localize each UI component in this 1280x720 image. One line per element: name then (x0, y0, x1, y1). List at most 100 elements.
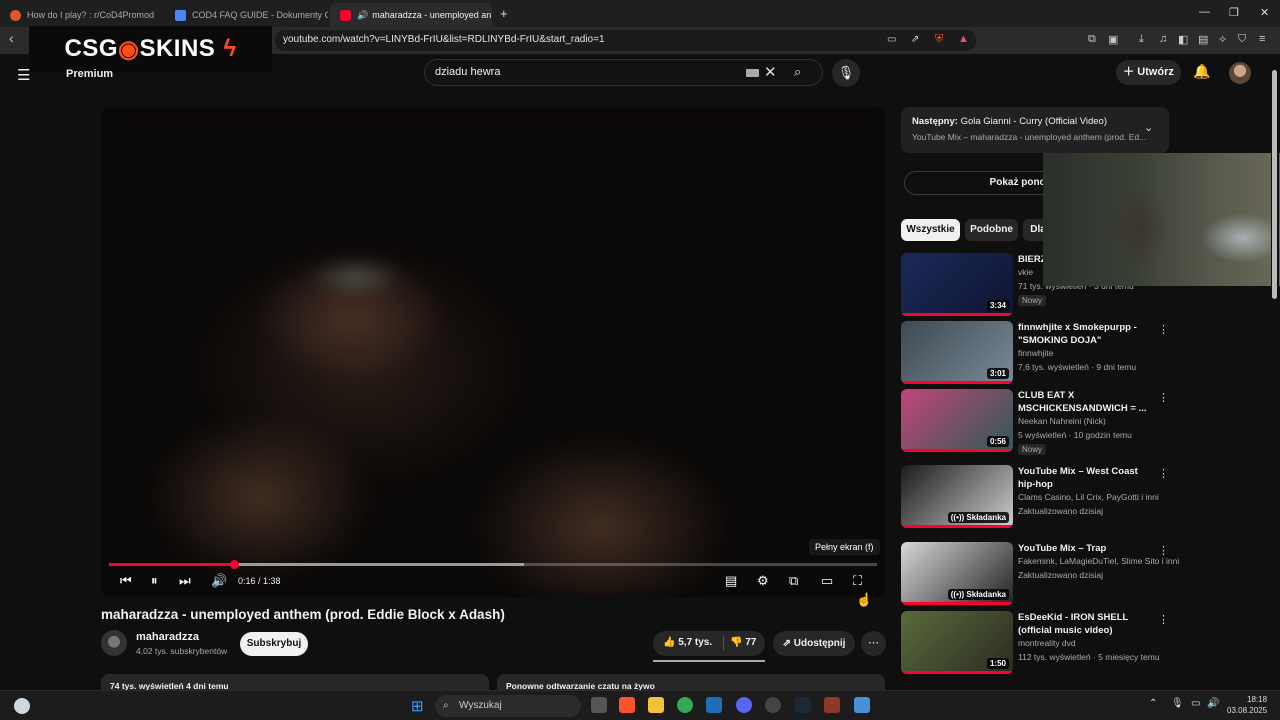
network-icon[interactable]: ▭ (1191, 698, 1200, 709)
previous-icon[interactable]: ⏮ (120, 573, 132, 589)
task-view-icon[interactable] (591, 697, 607, 713)
vpn-icon[interactable]: ⛉ (1238, 33, 1246, 46)
voice-search-icon[interactable]: 🎙 (832, 59, 860, 87)
close-tab-icon[interactable]: ✕ (491, 9, 492, 22)
youtube-premium-logo[interactable]: Premium (66, 68, 113, 80)
pause-icon[interactable]: ⏸ (151, 573, 158, 589)
video-thumbnail[interactable]: 0:56 (901, 389, 1013, 452)
recommendation-title[interactable]: YouTube Mix – Trap (1018, 542, 1148, 555)
xbox-icon[interactable] (706, 697, 722, 713)
recommendation-channel[interactable]: Fakemink, LaMagieDuTiel, Slime Sito i in… (1018, 556, 1179, 566)
start-windows-icon[interactable]: ⊞ (411, 697, 424, 715)
restore-icon[interactable]: ❐ (1229, 6, 1239, 19)
video-thumbnail[interactable]: 3:01 (901, 321, 1013, 384)
chat-replay-box[interactable]: Ponowne odtwarzanie czatu na żywo (497, 674, 885, 690)
video-thumbnail[interactable]: 3:34 (901, 253, 1013, 316)
notifications-bell-icon[interactable]: 🔔 (1193, 63, 1210, 80)
recommendation-title[interactable]: EsDeeKid - IRON SHELL (official music vi… (1018, 611, 1148, 637)
new-tab-button[interactable]: + (500, 6, 508, 21)
leo-ai-icon[interactable]: ✧ (1218, 33, 1227, 46)
subscribe-button[interactable]: Subskrybuj (240, 632, 308, 656)
channel-avatar[interactable] (101, 630, 127, 656)
volume-icon[interactable]: 🔊 (211, 573, 227, 589)
video-thumbnail[interactable]: ((•)) Składanka (901, 465, 1013, 528)
search-input[interactable]: dziadu hewra (435, 66, 500, 78)
share-button[interactable]: ⇗ Udostępnij (773, 631, 855, 656)
file-explorer-icon[interactable] (648, 697, 664, 713)
steam-icon[interactable] (795, 697, 811, 713)
wallet-icon[interactable]: ▤ (1198, 33, 1208, 46)
video-player[interactable]: ⏮ ⏸ ⏭ 🔊 0:16 / 1:38 ▤ ⚙ ⧉ ▭ ⛶ Pełny ekra… (101, 107, 885, 597)
clear-search-icon[interactable]: ✕ (764, 63, 777, 81)
more-options-icon[interactable]: ⋮ (1158, 613, 1169, 626)
speaker-icon[interactable]: 🔊 (1207, 698, 1219, 709)
theater-mode-icon[interactable]: ▭ (821, 573, 833, 589)
recommendation-title[interactable]: CLUB EAT X MSCHICKENSANDWICH = ... (1018, 389, 1148, 415)
browser-tab-docs[interactable]: COD4 FAQ GUIDE - Dokumenty Goo (165, 3, 328, 27)
cast-icon[interactable]: ▭ (887, 34, 896, 45)
recommendation-channel[interactable]: montreality dvd (1018, 638, 1076, 648)
playlist-next-card[interactable]: Następny: Gola Gianni - Curry (Official … (901, 107, 1169, 153)
recommendation-item[interactable]: 3:01 finnwhjite x Smokepurpp - "SMOKING D… (901, 321, 1171, 387)
back-icon[interactable]: ‹ (9, 30, 14, 46)
app-icon[interactable] (765, 697, 781, 713)
brave-rewards-icon[interactable]: ▲ (958, 33, 969, 45)
chip-related[interactable]: Podobne (965, 219, 1018, 241)
fullscreen-icon[interactable]: ⛶ (853, 573, 862, 589)
video-thumbnail[interactable]: 1:50 (901, 611, 1013, 674)
media-icon[interactable]: ♫ (1159, 33, 1167, 45)
chrome-icon[interactable] (677, 697, 693, 713)
scrollbar-thumb[interactable] (1272, 70, 1277, 299)
sidebar-icon[interactable]: ◧ (1178, 33, 1188, 46)
more-options-icon[interactable]: ⋮ (1158, 544, 1169, 557)
account-avatar[interactable] (1229, 62, 1251, 84)
share-page-icon[interactable]: ⇗ (911, 34, 919, 45)
chip-all[interactable]: Wszystkie (901, 219, 960, 241)
like-button[interactable]: 👍 5,7 tys. (663, 637, 712, 648)
recommendation-title[interactable]: YouTube Mix – West Coast hip-hop (1018, 465, 1148, 491)
video-thumbnail[interactable]: ((•)) Składanka (901, 542, 1013, 605)
guide-menu-icon[interactable]: ☰ (17, 66, 30, 84)
more-options-icon[interactable]: ⋮ (1158, 391, 1169, 404)
description-box[interactable]: 74 tys. wyświetleń 4 dni temu (101, 674, 489, 690)
download-icon[interactable]: ⤓ (1139, 33, 1144, 46)
extensions-icon[interactable]: ⧉ (1088, 33, 1096, 46)
winrar-icon[interactable] (824, 697, 840, 713)
recommendation-item[interactable]: ((•)) Składanka YouTube Mix – West Coast … (901, 465, 1171, 531)
browser-tab-youtube[interactable]: 🔊 maharadzza - unemployed an ✕ (330, 3, 492, 27)
search-box[interactable]: dziadu hewra ✕ ⌕ (424, 59, 823, 86)
channel-name[interactable]: maharadzza (136, 631, 199, 643)
brave-icon[interactable] (619, 697, 635, 713)
browser-tab-reddit[interactable]: How do I play? : r/CoD4Promod (0, 3, 163, 27)
recommendation-channel[interactable]: finnwhjite (1018, 348, 1053, 358)
recommendation-title[interactable]: finnwhjite x Smokepurpp - "SMOKING DOJA" (1018, 321, 1148, 347)
recommendation-channel[interactable]: Neekan Nahreini (Nick) (1018, 416, 1106, 426)
chevron-down-icon[interactable]: ⌄ (1144, 121, 1153, 134)
taskbar-clock[interactable]: 18:18 03.08.2025 (1227, 694, 1267, 716)
recommendation-channel[interactable]: Clams Casino, Lil Crix, PayGotti i inni (1018, 492, 1159, 502)
browser-menu-icon[interactable]: ≡ (1259, 33, 1265, 45)
discord-icon[interactable] (736, 697, 752, 713)
minimize-icon[interactable]: — (1199, 6, 1210, 18)
taskbar-search[interactable]: ⌕ Wyszukaj (435, 695, 581, 717)
next-icon[interactable]: ⏭ (179, 573, 191, 589)
address-bar[interactable]: youtube.com/watch?v=LINYBd-FrIU&list=RDL… (275, 30, 976, 51)
brave-shields-icon[interactable]: ⛨ (935, 33, 943, 46)
recommendation-item[interactable]: ((•)) Składanka YouTube Mix – Trap Fakemin… (901, 542, 1179, 608)
more-options-icon[interactable]: ⋮ (1158, 467, 1169, 480)
recommendation-item[interactable]: 1:50 EsDeeKid - IRON SHELL (official musi… (901, 611, 1171, 677)
microphone-icon[interactable]: 🎙 (1171, 698, 1184, 709)
tray-overflow-icon[interactable]: ⌃ (1149, 698, 1157, 709)
close-window-icon[interactable]: ✕ (1260, 6, 1269, 19)
dislike-button[interactable]: 👎 77 (730, 637, 756, 648)
recommendation-channel[interactable]: vkie (1018, 267, 1033, 277)
settings-gear-icon[interactable]: ⚙ (757, 573, 769, 589)
keyboard-icon[interactable] (746, 69, 759, 77)
more-options-icon[interactable]: ⋮ (1158, 323, 1169, 336)
widgets-icon[interactable] (14, 698, 30, 714)
search-icon[interactable]: ⌕ (794, 64, 801, 80)
create-button[interactable]: ＋ Utwórz (1116, 60, 1181, 85)
subtitles-icon[interactable]: ▤ (725, 573, 737, 589)
recommendation-item[interactable]: 0:56 CLUB EAT X MSCHICKENSANDWICH = ... Ne… (901, 389, 1171, 455)
notepad-icon[interactable] (854, 697, 870, 713)
